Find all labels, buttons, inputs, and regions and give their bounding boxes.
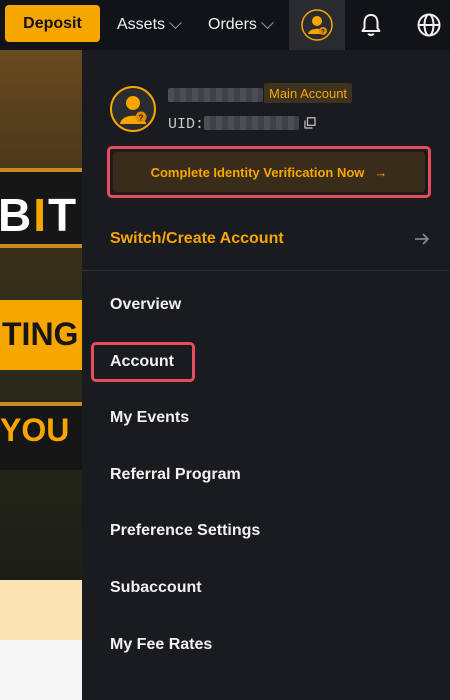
arrow-right-icon: [415, 233, 430, 245]
svg-text:?: ?: [139, 114, 144, 123]
chevron-down-icon: [261, 15, 274, 29]
assets-menu[interactable]: Assets: [117, 0, 182, 50]
menu-item-my-events[interactable]: My Events: [110, 409, 189, 427]
account-dropdown-panel: ? Main Account UID: Complete Identity Ve…: [82, 50, 450, 700]
switch-account-label: Switch/Create Account: [110, 230, 284, 247]
background-banner: BIT TING YOU: [0, 50, 82, 700]
deposit-button[interactable]: Deposit: [5, 5, 100, 42]
menu-item-fee-rates[interactable]: My Fee Rates: [110, 636, 212, 654]
verify-highlight: Complete Identity Verification Now →: [107, 146, 431, 198]
orders-menu[interactable]: Orders: [208, 0, 274, 50]
assets-label: Assets: [117, 16, 166, 33]
user-avatar-icon: ?: [120, 96, 147, 124]
masked-uid: [204, 116, 299, 130]
switch-create-account[interactable]: Switch/Create Account: [110, 222, 430, 256]
arrow-right-icon: →: [374, 164, 388, 180]
banner-bottom-strip: [0, 580, 82, 640]
page-content-strip: [0, 640, 82, 700]
user-avatar-icon: ?: [301, 9, 333, 41]
masked-username: [168, 88, 263, 102]
menu-item-overview[interactable]: Overview: [110, 296, 181, 314]
chevron-down-icon: [169, 15, 182, 29]
top-navigation-bar: Deposit Assets Orders ?: [0, 0, 450, 50]
svg-text:?: ?: [321, 30, 325, 36]
verify-label: Complete Identity Verification Now: [150, 164, 365, 180]
uid-label: UID:: [168, 116, 205, 133]
menu-item-referral-program[interactable]: Referral Program: [110, 466, 241, 484]
banner-text-you: YOU: [0, 412, 70, 448]
copy-icon[interactable]: [304, 117, 316, 129]
menu-item-subaccount[interactable]: Subaccount: [110, 579, 202, 597]
banner-text-bit: BIT: [0, 189, 79, 241]
orders-label: Orders: [208, 16, 257, 33]
main-account-badge: Main Account: [264, 83, 353, 103]
user-avatar-button[interactable]: ?: [289, 0, 345, 50]
bell-icon[interactable]: [357, 11, 385, 39]
menu-item-preference-settings[interactable]: Preference Settings: [110, 522, 260, 540]
menu-divider: [82, 270, 450, 271]
identity-verification-button[interactable]: Complete Identity Verification Now →: [113, 152, 425, 192]
globe-icon[interactable]: [415, 11, 443, 39]
menu-item-account[interactable]: Account: [110, 353, 174, 371]
profile-avatar: ?: [110, 86, 156, 132]
banner-text-ting: TING: [2, 316, 79, 352]
